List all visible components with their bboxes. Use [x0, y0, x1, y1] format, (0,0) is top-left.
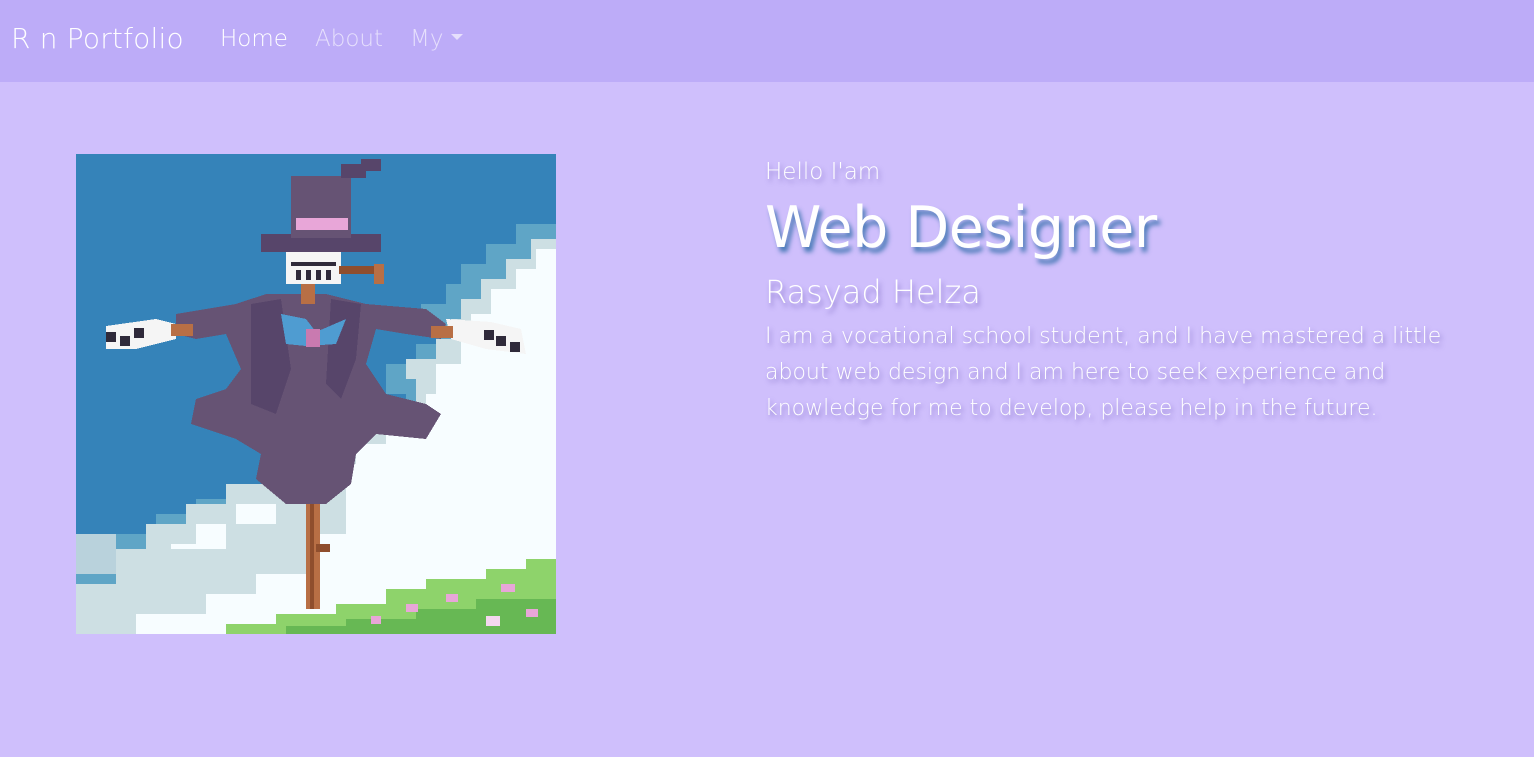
hero-text: Hello I'am Web Designer Rasyad Helza I a…: [765, 155, 1525, 427]
caret-down-icon: [451, 33, 464, 40]
nav-link-about[interactable]: About: [315, 26, 383, 52]
name-heading: Rasyad Helza: [765, 273, 981, 311]
hero-image: [76, 154, 556, 634]
greeting-text: Hello I'am: [765, 159, 881, 185]
bio-paragraph: I am a vocational school student, and I …: [765, 324, 1442, 421]
brand-link[interactable]: R n Portfolio: [11, 22, 184, 55]
role-heading: Web Designer: [765, 195, 1157, 261]
nav-dropdown-label: My: [410, 26, 444, 52]
nav-link-home[interactable]: Home: [220, 26, 288, 52]
nav-dropdown-my[interactable]: My: [410, 26, 464, 52]
navbar: R n Portfolio Home About My: [0, 0, 1534, 82]
